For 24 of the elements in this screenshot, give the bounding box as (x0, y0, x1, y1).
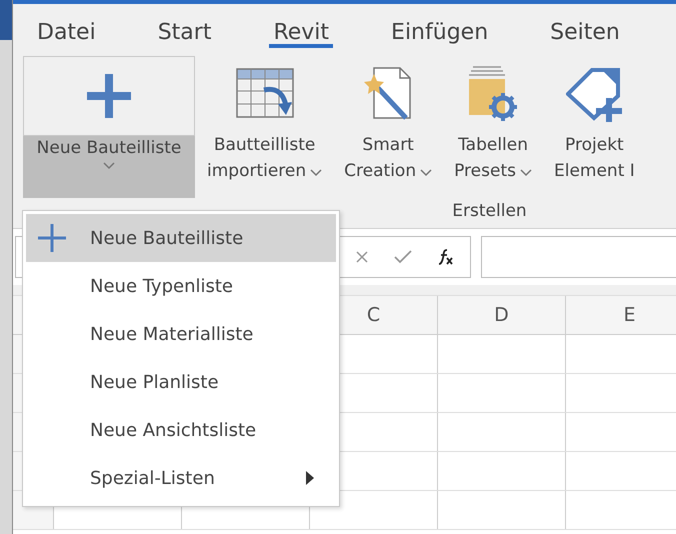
column-header[interactable]: D (438, 296, 566, 334)
ribbon-tab[interactable]: Datei (33, 18, 100, 48)
new-list-dropdown-button[interactable]: Neue Bauteilliste (23, 136, 195, 198)
plus-icon (85, 72, 133, 120)
new-list-button[interactable] (23, 56, 195, 136)
menu-item[interactable]: Neue Bauteilliste (26, 214, 336, 262)
group-label: Erstellen (452, 201, 527, 221)
ribbon-tab[interactable]: Einfügen (387, 18, 492, 48)
ribbon-button[interactable]: Projekt Element I (554, 56, 635, 184)
formula-input[interactable] (481, 236, 676, 278)
function-icon[interactable] (438, 249, 454, 265)
ribbon-tab[interactable]: Start (154, 18, 216, 48)
check-icon[interactable] (394, 250, 412, 264)
ribbon-button[interactable]: Bautteilliste importieren (207, 56, 322, 184)
submenu-arrow-icon (306, 471, 314, 485)
folder-gear-icon (467, 65, 520, 123)
tag-plus-icon (566, 66, 622, 122)
ribbon-button[interactable]: Tabellen Presets (454, 56, 532, 184)
ribbon-button[interactable]: Smart Creation (344, 56, 432, 184)
column-header[interactable]: E (566, 296, 676, 334)
ribbon-tab[interactable]: Seiten (546, 18, 624, 48)
cancel-icon[interactable] (356, 251, 368, 263)
plus-icon (38, 224, 66, 252)
ribbon-tab[interactable]: Revit (269, 18, 334, 48)
